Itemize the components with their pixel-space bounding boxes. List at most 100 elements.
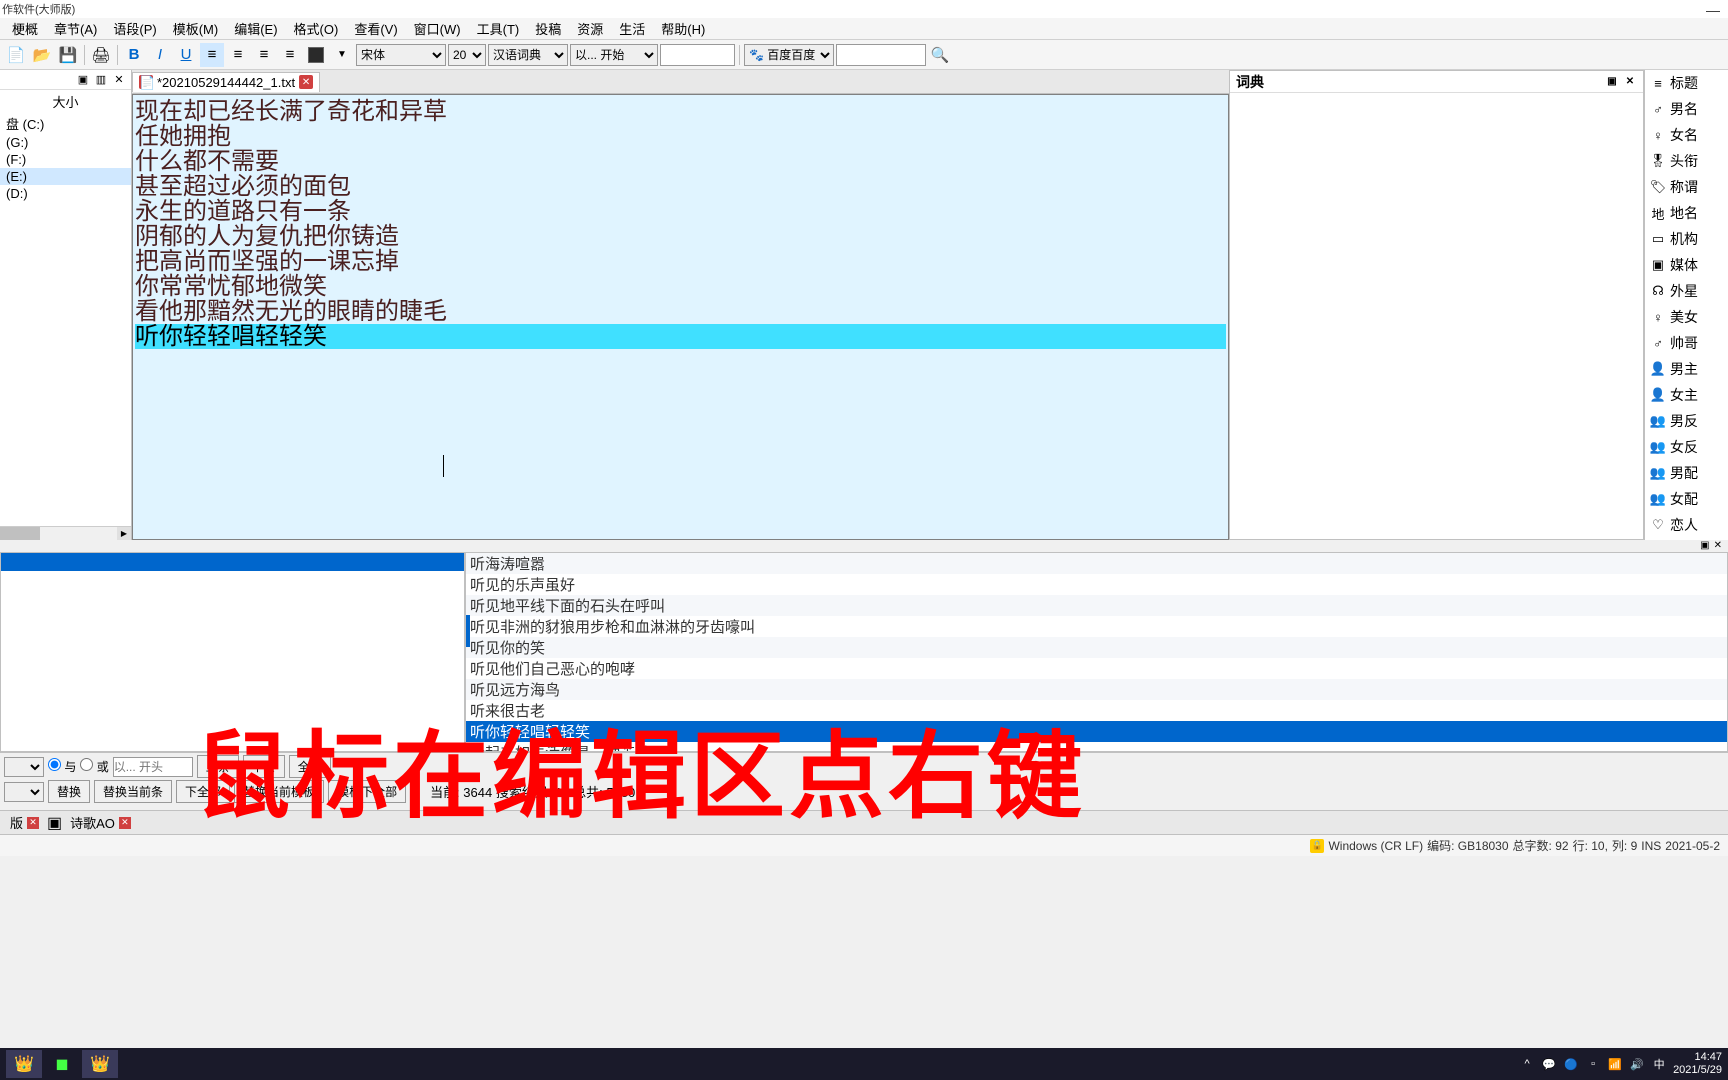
tray-volume-icon[interactable]: 🔊 bbox=[1629, 1056, 1645, 1072]
underline-icon[interactable]: U bbox=[174, 43, 198, 67]
drive-e[interactable]: (E:) bbox=[0, 168, 131, 185]
bottom-restore-icon[interactable]: ▣ bbox=[1700, 540, 1709, 552]
print-icon[interactable]: 🖨 bbox=[89, 43, 113, 67]
open-icon[interactable]: 📂 bbox=[30, 43, 54, 67]
menu-template[interactable]: 模板(M) bbox=[165, 19, 227, 38]
category-item[interactable]: ♀美女 bbox=[1645, 304, 1728, 330]
drive-d[interactable]: (D:) bbox=[0, 185, 131, 202]
menu-window[interactable]: 窗口(W) bbox=[406, 19, 469, 38]
color-dropdown-icon[interactable]: ▼ bbox=[330, 43, 354, 67]
btab-close-icon[interactable]: ✕ bbox=[119, 817, 131, 829]
bold-icon[interactable]: B bbox=[122, 43, 146, 67]
panel-scrollbar[interactable]: ▶ bbox=[0, 526, 131, 540]
taskbar-app1[interactable]: 👑 bbox=[6, 1050, 42, 1078]
tray-icon2[interactable]: 🔵 bbox=[1563, 1056, 1579, 1072]
result-line[interactable]: 听海涛喧嚣 bbox=[466, 553, 1727, 574]
template-all-button[interactable]: 模板下全部 bbox=[328, 780, 406, 803]
category-item[interactable]: 👥男反 bbox=[1645, 408, 1728, 434]
search-mode-select[interactable]: 以... 开始 bbox=[570, 44, 658, 66]
menu-format[interactable]: 格式(O) bbox=[286, 19, 347, 38]
category-item[interactable]: ▭机构 bbox=[1645, 226, 1728, 252]
category-item[interactable]: ♂男名 bbox=[1645, 96, 1728, 122]
tray-ime-icon[interactable]: 中 bbox=[1651, 1056, 1667, 1072]
category-item[interactable]: ☊外星 bbox=[1645, 278, 1728, 304]
category-item[interactable]: 地地名 bbox=[1645, 200, 1728, 226]
radio-or-label[interactable]: 或 bbox=[80, 758, 108, 775]
result-line[interactable]: 听你轻轻唱轻轻笑 bbox=[466, 721, 1727, 742]
category-item[interactable]: 👥女反 bbox=[1645, 434, 1728, 460]
taskbar-app2[interactable]: ◼ bbox=[44, 1050, 80, 1078]
replace-template-button[interactable]: 替换当前模板 bbox=[234, 780, 324, 803]
menu-chapter[interactable]: 章节(A) bbox=[46, 19, 105, 38]
align-right-icon[interactable]: ≡ bbox=[252, 43, 276, 67]
tab-close-icon[interactable]: ✕ bbox=[299, 75, 313, 89]
replace-button[interactable]: 替换 bbox=[48, 780, 90, 803]
taskbar-clock[interactable]: 14:47 2021/5/29 bbox=[1673, 1051, 1722, 1077]
category-item[interactable]: ♀女名 bbox=[1645, 122, 1728, 148]
minimize-button[interactable]: — bbox=[1706, 2, 1720, 18]
dict-close-icon[interactable]: ✕ bbox=[1623, 75, 1637, 89]
all-button[interactable]: 全部 bbox=[289, 755, 331, 778]
color-picker[interactable] bbox=[304, 43, 328, 67]
font-select[interactable]: 宋体 bbox=[356, 44, 446, 66]
panel-btn2-icon[interactable]: ▥ bbox=[93, 71, 109, 87]
menu-view[interactable]: 查看(V) bbox=[346, 19, 405, 38]
category-item[interactable]: 👤女主 bbox=[1645, 382, 1728, 408]
category-item[interactable]: ♡恋人 bbox=[1645, 512, 1728, 538]
start-input[interactable] bbox=[113, 757, 193, 777]
category-item[interactable]: 👤男主 bbox=[1645, 356, 1728, 382]
panel-close-icon[interactable]: ✕ bbox=[111, 71, 127, 87]
search-term-input[interactable] bbox=[660, 44, 735, 66]
category-item[interactable]: ♂帅哥 bbox=[1645, 330, 1728, 356]
radio-and-label[interactable]: 与 bbox=[48, 758, 76, 775]
category-item[interactable]: 👥女配 bbox=[1645, 486, 1728, 512]
btab-close-icon[interactable]: ✕ bbox=[27, 817, 39, 829]
menu-edit[interactable]: 编辑(E) bbox=[226, 19, 285, 38]
font-size-select[interactable]: 20 bbox=[448, 44, 486, 66]
taskbar-app3[interactable]: 👑 bbox=[82, 1050, 118, 1078]
dict-restore-icon[interactable]: ▣ bbox=[1605, 75, 1619, 89]
align-justify-icon[interactable]: ≡ bbox=[278, 43, 302, 67]
drive-f[interactable]: (F:) bbox=[0, 151, 131, 168]
text-editor[interactable]: 现在却已经长满了奇花和异草任她拥抱什么都不需要甚至超过必须的面包永生的道路只有一… bbox=[132, 94, 1229, 540]
category-item[interactable]: ▣媒体 bbox=[1645, 252, 1728, 278]
tray-up-icon[interactable]: ^ bbox=[1519, 1056, 1535, 1072]
replace-select1[interactable] bbox=[4, 757, 44, 777]
menu-resource[interactable]: 资源 bbox=[569, 19, 611, 38]
replace-select2[interactable] bbox=[4, 782, 44, 802]
prev-button[interactable]: 上条 bbox=[197, 755, 239, 778]
drive-c[interactable]: 盘 (C:) bbox=[0, 113, 131, 134]
tray-wifi-icon[interactable]: 📶 bbox=[1607, 1056, 1623, 1072]
bottom-tab-2[interactable]: 诗歌AO ✕ bbox=[64, 811, 137, 834]
dict-type-select[interactable]: 汉语词典 bbox=[488, 44, 568, 66]
menu-help[interactable]: 帮助(H) bbox=[653, 19, 713, 38]
align-center-icon[interactable]: ≡ bbox=[226, 43, 250, 67]
menu-paragraph[interactable]: 语段(P) bbox=[105, 19, 164, 38]
italic-icon[interactable]: I bbox=[148, 43, 172, 67]
menu-submit[interactable]: 投稿 bbox=[527, 19, 569, 38]
search-selection[interactable] bbox=[1, 553, 464, 571]
radio-and[interactable] bbox=[48, 758, 61, 771]
save-icon[interactable]: 💾 bbox=[56, 43, 80, 67]
menu-life[interactable]: 生活 bbox=[611, 19, 653, 38]
next-button[interactable]: 下条 bbox=[243, 755, 285, 778]
all-down-button[interactable]: 下全部 bbox=[176, 780, 230, 803]
replace-current-button[interactable]: 替换当前条 bbox=[94, 780, 172, 803]
result-line[interactable]: 听见非洲的豺狼用步枪和血淋淋的牙齿嚎叫 bbox=[466, 616, 1727, 637]
search-engine-select[interactable]: 🐾 百度百度 bbox=[744, 44, 834, 66]
new-icon[interactable]: 📄 bbox=[4, 43, 28, 67]
category-item[interactable]: 👥男配 bbox=[1645, 460, 1728, 486]
result-line[interactable]: 听见你的笑 bbox=[466, 637, 1727, 658]
bottom-close-icon[interactable]: ✕ bbox=[1714, 540, 1722, 552]
result-line[interactable]: 听见地平线下面的石头在呼叫 bbox=[466, 595, 1727, 616]
search-icon[interactable]: 🔍 bbox=[928, 43, 952, 67]
panel-btn1-icon[interactable]: ▣ bbox=[75, 71, 91, 87]
drive-g[interactable]: (G:) bbox=[0, 134, 131, 151]
category-item[interactable]: 🏷称谓 bbox=[1645, 174, 1728, 200]
align-left-icon[interactable]: ≡ bbox=[200, 43, 224, 67]
tray-icon3[interactable]: ▫ bbox=[1585, 1056, 1601, 1072]
category-item[interactable]: ≡标题 bbox=[1645, 70, 1728, 96]
category-item[interactable]: 🎖头衔 bbox=[1645, 148, 1728, 174]
bottom-tab-1[interactable]: 版 ✕ bbox=[4, 811, 45, 834]
tray-icon1[interactable]: 💬 bbox=[1541, 1056, 1557, 1072]
